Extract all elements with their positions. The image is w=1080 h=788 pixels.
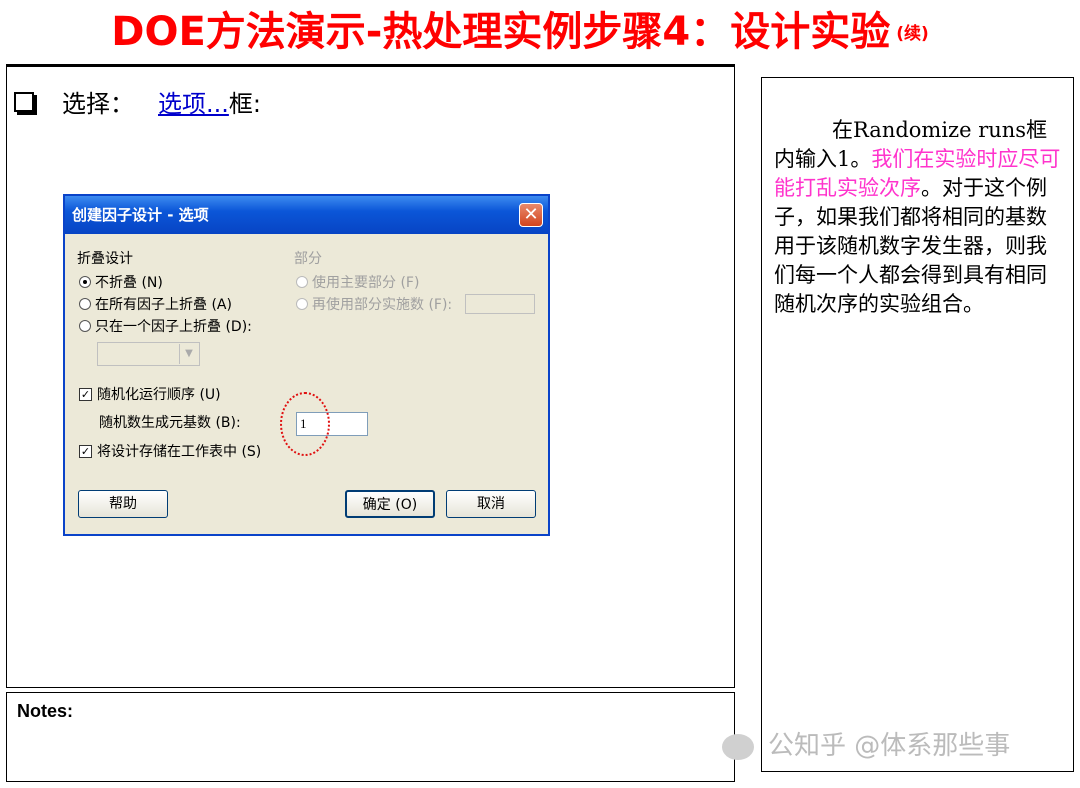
create-factorial-design-options-dialog: 创建因子设计 - 选项 ✕ 折叠设计 不折叠 (N) 在所有因子上折叠 (A) … [63,194,550,536]
notes-label: Notes: [17,701,74,721]
radio-fold-one-label: 只在一个因子上折叠 (D): [95,319,252,335]
radio-no-fold[interactable]: 不折叠 (N) [79,272,163,292]
slide-title-text: DOE方法演示-热处理实例步骤4：设计实验 [111,9,891,55]
fraction-number-input [465,294,535,314]
radio-fraction-number-label: 再使用部分实施数 (F): [312,297,453,313]
chevron-down-icon: ▼ [179,344,198,364]
options-link[interactable]: 选项... [158,90,229,118]
fold-group-label: 折叠设计 [77,251,133,267]
radio-fold-all-icon[interactable] [79,298,91,310]
radio-use-fraction-number: 再使用部分实施数 (F): [296,294,452,314]
seed-label: 随机数生成元基数 (B): [99,415,241,431]
instruction-suffix: 框: [228,90,261,118]
slide-title: DOE方法演示-热处理实例步骤4：设计实验 (续) [0,0,1040,66]
radio-no-fold-icon[interactable] [79,276,91,288]
radio-fold-all-label: 在所有因子上折叠 (A) [95,297,232,313]
square-bullet-icon [14,92,34,112]
cancel-button[interactable]: 取消 [446,490,536,518]
dialog-titlebar[interactable]: 创建因子设计 - 选项 ✕ [65,196,548,234]
radio-fold-one-icon[interactable] [79,320,91,332]
dialog-title: 创建因子设计 - 选项 [72,206,209,224]
randomize-check-icon[interactable]: ✓ [79,387,92,401]
watermark-text: 公知乎 @体系那些事 [768,731,1011,761]
radio-principal-icon [296,276,308,288]
watermark: 公知乎 @体系那些事 [722,725,1010,762]
radio-fold-all[interactable]: 在所有因子上折叠 (A) [79,294,232,314]
explanation-text: 在Randomize runs框内输入1。我们在实验时应尽可能打乱实验次序。对于… [774,116,1064,319]
radio-fraction-number-icon [296,298,308,310]
randomize-runs-checkbox[interactable]: ✓ 随机化运行顺序 (U) [79,384,221,404]
instruction-text: 选择： [62,90,134,118]
store-design-checkbox[interactable]: ✓ 将设计存储在工作表中 (S) [79,441,261,461]
wechat-icon [722,733,754,760]
instruction-row: 选择： 选项...框: [14,84,261,119]
randomize-label: 随机化运行顺序 (U) [97,387,221,403]
slide-title-suffix: (续) [896,24,929,44]
help-button[interactable]: 帮助 [78,490,168,518]
seed-highlight-circle [280,392,330,456]
close-icon[interactable]: ✕ [519,203,543,227]
store-design-label: 将设计存储在工作表中 (S) [97,444,262,460]
radio-no-fold-label: 不折叠 (N) [95,275,163,291]
part-group-label: 部分 [294,251,322,267]
fold-factor-select: ▼ [97,342,200,366]
ok-button[interactable]: 确定 (O) [345,490,435,518]
store-check-icon[interactable]: ✓ [79,444,92,458]
radio-principal-label: 使用主要部分 (F) [312,275,420,291]
radio-fold-one[interactable]: 只在一个因子上折叠 (D): [79,316,252,336]
radio-use-principal-fraction: 使用主要部分 (F) [296,272,419,292]
notes-panel: Notes: [6,692,735,782]
explanation-panel: 在Randomize runs框内输入1。我们在实验时应尽可能打乱实验次序。对于… [761,77,1074,772]
